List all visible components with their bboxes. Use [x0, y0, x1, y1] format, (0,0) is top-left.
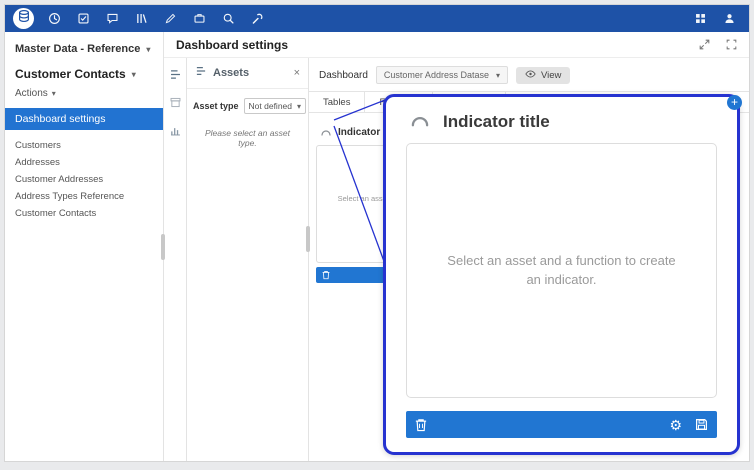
chevron-down-icon: ▾ — [496, 71, 500, 80]
pen-icon[interactable] — [163, 11, 178, 26]
dataset-selector[interactable]: Customer Contacts ▾ — [5, 58, 163, 83]
app-logo[interactable] — [13, 8, 34, 29]
sidebar: Master Data - Reference ▾ Customer Conta… — [5, 32, 164, 461]
clock-icon[interactable] — [47, 11, 62, 26]
fullscreen-icon[interactable] — [726, 39, 737, 50]
dashboard-label: Dashboard — [319, 70, 368, 81]
library-icon[interactable] — [134, 11, 149, 26]
tool-icon-strip — [164, 58, 186, 461]
dataset-label: Customer Contacts — [15, 67, 126, 81]
trash-icon[interactable] — [322, 270, 330, 280]
chevron-down-icon: ▾ — [297, 102, 301, 111]
asset-type-select[interactable]: Not defined ▾ — [244, 98, 307, 114]
topbar-icon-group — [47, 11, 265, 26]
trash-icon[interactable] — [415, 418, 427, 432]
sidebar-item-addresses[interactable]: Addresses — [5, 154, 163, 171]
workspace-selector[interactable]: Master Data - Reference ▾ — [5, 36, 163, 58]
actions-label: Actions — [15, 88, 48, 99]
search-icon[interactable] — [221, 11, 236, 26]
hierarchy-icon[interactable] — [168, 67, 183, 82]
sidebar-item-customer-contacts[interactable]: Customer Contacts — [5, 205, 163, 222]
sidebar-item-customer-addresses[interactable]: Customer Addresses — [5, 171, 163, 188]
main-header: Dashboard settings — [164, 32, 749, 57]
view-button-label: View — [541, 70, 561, 81]
dashboard-toolbar: Dashboard Customer Address Datase ▾ View — [309, 58, 749, 91]
sidebar-item-dashboard-settings[interactable]: Dashboard settings — [5, 108, 163, 130]
gauge-icon — [408, 111, 432, 132]
assets-panel: Assets × Asset type Not defined ▾ Please… — [186, 58, 309, 461]
assets-icon — [195, 64, 207, 82]
asset-type-row: Asset type Not defined ▾ — [187, 89, 308, 118]
indicator-widget-header: Indicator title — [406, 109, 717, 143]
chevron-down-icon: ▾ — [146, 45, 150, 54]
tab-tables[interactable]: Tables — [309, 92, 365, 112]
tasks-icon[interactable] — [76, 11, 91, 26]
top-navigation-bar — [5, 5, 749, 32]
workspace-label: Master Data - Reference — [15, 43, 140, 55]
add-tab-button[interactable]: + — [727, 95, 742, 110]
eye-icon — [525, 70, 536, 81]
chart-icon[interactable] — [168, 123, 183, 138]
sidebar-item-customers[interactable]: Customers — [5, 137, 163, 154]
gear-icon[interactable]: ⚙ — [669, 418, 682, 432]
chevron-down-icon: ▾ — [132, 70, 136, 79]
assets-panel-header: Assets × — [187, 58, 308, 89]
dashboard-select-value: Customer Address Datase — [384, 70, 489, 80]
expand-icon[interactable] — [699, 39, 710, 50]
window-controls — [699, 39, 737, 50]
indicator-zoom-overlay: Indicator title Select an asset and a fu… — [383, 94, 740, 455]
asset-type-value: Not defined — [249, 101, 292, 111]
indicator-title: Indicator title — [443, 112, 550, 132]
indicator-action-bar: ⚙ — [406, 411, 717, 438]
view-button[interactable]: View — [516, 67, 570, 84]
actions-menu[interactable]: Actions ▾ — [5, 83, 163, 108]
panel-splitter-handle[interactable] — [306, 226, 310, 252]
topbar-right-icons — [693, 11, 737, 26]
asset-type-label: Asset type — [193, 101, 239, 111]
wrench-icon[interactable] — [250, 11, 265, 26]
comment-icon[interactable] — [105, 11, 120, 26]
toolbox-icon[interactable] — [192, 11, 207, 26]
assets-empty-message: Please select an asset type. — [187, 118, 308, 158]
indicator-placeholder: Select an asset and a function to create… — [444, 252, 679, 290]
gauge-icon — [320, 123, 332, 141]
sidebar-nav-list: Customers Addresses Customer Addresses A… — [5, 130, 163, 229]
page-title: Dashboard settings — [176, 38, 288, 52]
sidebar-item-address-types-reference[interactable]: Address Types Reference — [5, 188, 163, 205]
tab-label: Tables — [323, 97, 350, 108]
panel-splitter-handle[interactable] — [161, 234, 165, 260]
save-icon[interactable] — [695, 418, 708, 431]
dashboard-select[interactable]: Customer Address Datase ▾ — [376, 66, 508, 84]
indicator-body: Select an asset and a function to create… — [406, 143, 717, 398]
user-icon[interactable] — [722, 11, 737, 26]
chevron-down-icon: ▾ — [52, 89, 56, 98]
close-icon[interactable]: × — [294, 68, 300, 79]
assets-panel-title: Assets — [213, 67, 288, 79]
app-grid-icon[interactable] — [693, 11, 708, 26]
page: Master Data - Reference ▾ Customer Conta… — [0, 0, 754, 470]
package-icon[interactable] — [168, 95, 183, 110]
database-icon — [17, 9, 31, 28]
